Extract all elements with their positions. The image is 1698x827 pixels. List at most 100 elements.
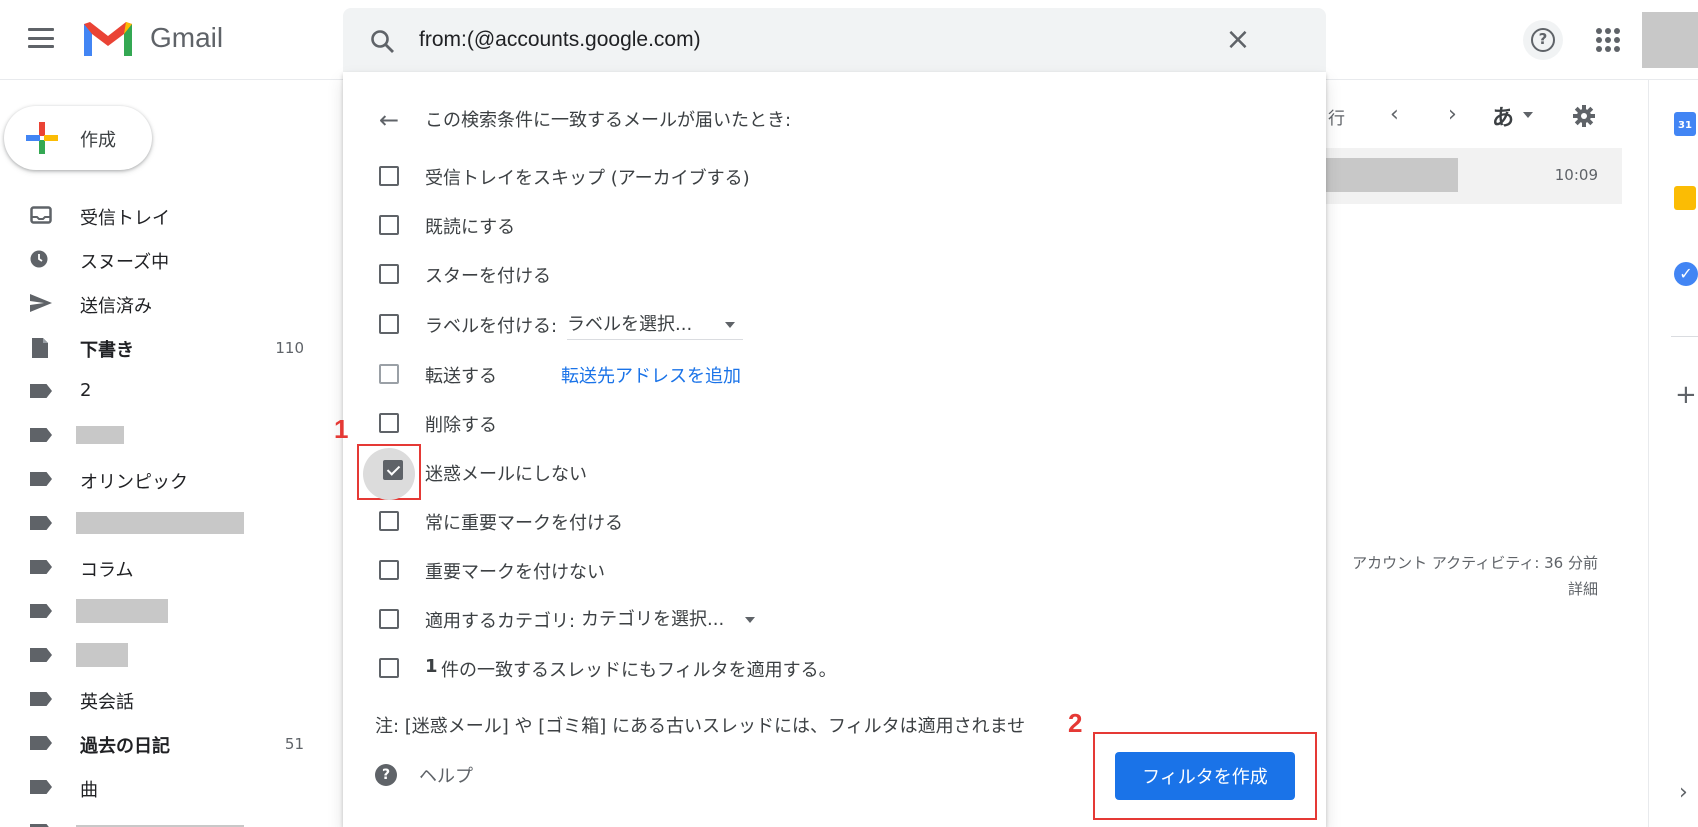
sidebar-item-label: コラム	[80, 560, 134, 581]
option-label: 受信トレイをスキップ (アーカイブする)	[425, 168, 750, 189]
add-addon-icon[interactable]: +	[1675, 380, 1697, 410]
delete-checkbox[interactable]	[379, 413, 399, 433]
sidebar-item-label-redacted[interactable]	[0, 589, 320, 633]
sidebar-item-label: 曲	[80, 780, 98, 801]
input-tools-button[interactable]: あ	[1492, 100, 1514, 132]
step-marker-2: 2	[1068, 708, 1083, 738]
label-icon	[30, 780, 52, 794]
sidebar-item-label-2[interactable]: 2	[0, 369, 320, 413]
skip-inbox-checkbox[interactable]	[379, 166, 399, 186]
sidebar-item-inbox[interactable]: 受信トレイ	[0, 193, 320, 237]
account-avatar[interactable]	[1642, 12, 1698, 68]
option-star[interactable]: スターを付ける	[379, 258, 1299, 290]
clock-icon	[30, 250, 48, 268]
back-arrow-icon[interactable]: ←	[379, 106, 399, 134]
option-apply-existing[interactable]: 1 件の一致するスレッドにもフィルタを適用する。	[379, 652, 1299, 684]
never-important-checkbox[interactable]	[379, 560, 399, 580]
forward-checkbox[interactable]	[379, 364, 399, 384]
mark-important-checkbox[interactable]	[379, 511, 399, 531]
create-filter-button[interactable]: フィルタを作成	[1115, 752, 1295, 800]
compose-button[interactable]: 作成	[4, 106, 152, 170]
help-label[interactable]: ヘルプ	[419, 762, 473, 788]
filter-dialog-title: この検索条件に一致するメールが届いたとき:	[425, 110, 792, 131]
sidebar-item-column[interactable]: コラム	[0, 545, 320, 589]
inbox-icon	[30, 206, 52, 224]
sidebar-item-drafts[interactable]: 下書き 110	[0, 325, 320, 369]
sidebar-item-label-redacted[interactable]	[0, 413, 320, 457]
activity-text: アカウント アクティビティ: 36 分前	[1352, 554, 1598, 572]
label-icon	[30, 472, 52, 486]
mail-time: 10:09	[1554, 166, 1598, 184]
sidebar-item-label: 下書き	[80, 340, 134, 361]
option-forward[interactable]: 転送する 転送先アドレスを追加	[379, 358, 1299, 390]
option-mark-important[interactable]: 常に重要マークを付ける	[379, 505, 1299, 537]
help-icon: ?	[1531, 28, 1555, 52]
sidebar-item-music[interactable]: 曲	[0, 765, 320, 809]
older-page-icon[interactable]: ‹	[1390, 102, 1399, 127]
sidebar-item-label-redacted[interactable]	[0, 633, 320, 677]
filter-note: 注: [迷惑メール] や [ゴミ箱] にある古いスレッドには、フィルタは適用され…	[375, 716, 1026, 737]
sidebar-item-label-redacted[interactable]	[0, 809, 320, 827]
redacted-subject	[1326, 158, 1458, 192]
side-panel-rail: 31 ✓ + ›	[1648, 80, 1698, 827]
sidebar-item-label: 過去の日記	[80, 736, 170, 757]
sidebar-item-snoozed[interactable]: スヌーズ中	[0, 237, 320, 281]
chevron-down-icon[interactable]	[1523, 112, 1533, 118]
option-never-important[interactable]: 重要マークを付けない	[379, 554, 1299, 586]
option-label: 件の一致するスレッドにもフィルタを適用する。	[441, 660, 837, 681]
category-select-dropdown[interactable]: カテゴリを選択...	[581, 605, 763, 635]
unread-count: 51	[284, 735, 304, 753]
option-mark-read[interactable]: 既読にする	[379, 209, 1299, 241]
calendar-icon[interactable]: 31	[1674, 112, 1696, 136]
newer-page-icon[interactable]: ›	[1448, 102, 1457, 127]
label-icon	[30, 516, 52, 530]
option-skip-inbox[interactable]: 受信トレイをスキップ (アーカイブする)	[379, 160, 1299, 192]
label-select-dropdown[interactable]: ラベルを選択...	[567, 310, 743, 340]
gmail-logo-icon[interactable]	[82, 20, 134, 58]
redacted-label	[76, 512, 244, 534]
matching-thread-count: 1	[425, 656, 438, 677]
category-checkbox[interactable]	[379, 609, 399, 629]
gear-icon[interactable]	[1572, 104, 1596, 128]
sidebar-item-olympics[interactable]: オリンピック	[0, 457, 320, 501]
gmail-brand: Gmail	[150, 22, 224, 53]
sidebar-item-sent[interactable]: 送信済み	[0, 281, 320, 325]
option-label: 迷惑メールにしない	[425, 464, 587, 485]
compose-plus-icon	[26, 122, 58, 154]
mark-read-checkbox[interactable]	[379, 215, 399, 235]
add-forwarding-address-link[interactable]: 転送先アドレスを追加	[561, 362, 741, 388]
help-button[interactable]: ?	[1523, 20, 1563, 60]
highlight-box-step2: フィルタを作成	[1093, 732, 1317, 820]
details-link[interactable]: 詳細	[1326, 576, 1598, 602]
sidebar-item-past-diary[interactable]: 過去の日記 51	[0, 721, 320, 765]
tasks-icon[interactable]: ✓	[1674, 262, 1698, 286]
main-menu-icon[interactable]	[28, 28, 54, 48]
option-label: 既読にする	[425, 217, 516, 238]
option-delete[interactable]: 削除する	[379, 407, 1299, 439]
search-icon[interactable]	[369, 28, 397, 56]
expand-panel-icon[interactable]: ›	[1679, 780, 1688, 805]
redacted-label	[76, 599, 168, 623]
sidebar-item-label: オリンピック	[80, 472, 188, 493]
keep-icon[interactable]	[1674, 186, 1696, 210]
table-row[interactable]: 10:09	[1326, 148, 1622, 204]
option-label: 重要マークを付けない	[425, 562, 605, 583]
option-category[interactable]: 適用するカテゴリ: カテゴリを選択...	[379, 603, 1299, 635]
help-link[interactable]: ? ヘルプ	[375, 762, 473, 788]
apps-grid-icon[interactable]	[1596, 28, 1620, 52]
highlight-box-step1	[357, 444, 421, 500]
apply-label-checkbox[interactable]	[379, 314, 399, 334]
star-checkbox[interactable]	[379, 264, 399, 284]
option-label: 常に重要マークを付ける	[425, 513, 623, 534]
option-apply-label[interactable]: ラベルを付ける: ラベルを選択...	[379, 308, 1299, 340]
sidebar-item-label-redacted[interactable]	[0, 501, 320, 545]
redacted-label	[76, 426, 124, 444]
sidebar-item-label: 英会話	[80, 692, 134, 713]
option-never-spam[interactable]: 迷惑メールにしない	[357, 444, 1299, 500]
clear-search-icon[interactable]: ×	[1223, 25, 1253, 56]
apply-existing-checkbox[interactable]	[379, 658, 399, 678]
search-input[interactable]	[419, 22, 1219, 58]
help-icon: ?	[375, 764, 397, 786]
never-spam-checkbox[interactable]	[383, 460, 403, 480]
sidebar-item-english[interactable]: 英会話	[0, 677, 320, 721]
